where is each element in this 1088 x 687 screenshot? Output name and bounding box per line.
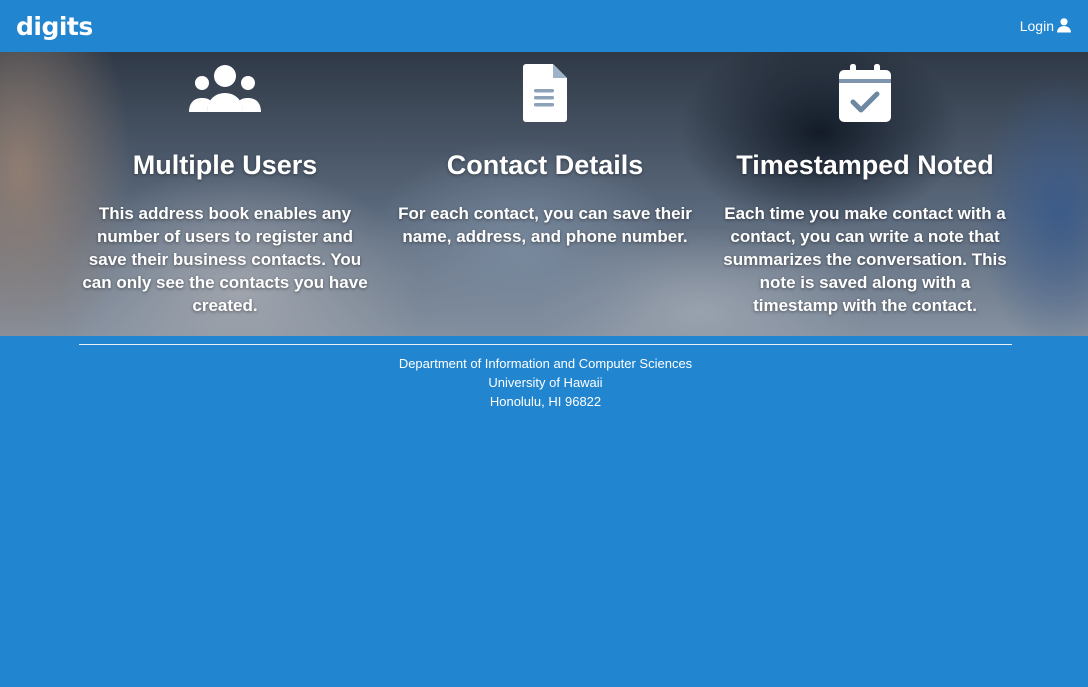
footer-department: Department of Information and Computer S… <box>398 356 693 371</box>
feature-contact-details: Contact Details For each contact, you ca… <box>385 64 705 317</box>
login-label[interactable]: Login <box>1020 18 1054 34</box>
login-menu[interactable]: Login <box>1020 17 1072 36</box>
feature-timestamped-notes: Timestamped Noted Each time you make con… <box>705 64 1025 317</box>
feature-title: Contact Details <box>446 150 644 180</box>
feature-title: Multiple Users <box>132 150 318 180</box>
feature-description: For each contact, you can save their nam… <box>398 204 692 246</box>
footer-university: University of Hawaii <box>488 375 603 390</box>
feature-description: This address book enables any number of … <box>82 204 368 315</box>
calendar-check-icon <box>705 64 1025 124</box>
users-icon <box>65 64 385 124</box>
file-text-icon <box>385 64 705 124</box>
top-navbar: digits Login <box>0 0 1088 52</box>
hero-banner: Multiple Users This address book enables… <box>0 52 1088 336</box>
feature-title: Timestamped Noted <box>736 150 994 180</box>
feature-list: Multiple Users This address book enables… <box>65 64 1025 317</box>
feature-multiple-users: Multiple Users This address book enables… <box>65 64 385 317</box>
brand-logo[interactable]: digits <box>16 12 93 41</box>
feature-description: Each time you make contact with a contac… <box>723 204 1007 315</box>
user-icon[interactable] <box>1056 17 1072 36</box>
footer: Department of Information and Computer S… <box>79 344 1012 411</box>
footer-address: Honolulu, HI 96822 <box>489 394 602 409</box>
